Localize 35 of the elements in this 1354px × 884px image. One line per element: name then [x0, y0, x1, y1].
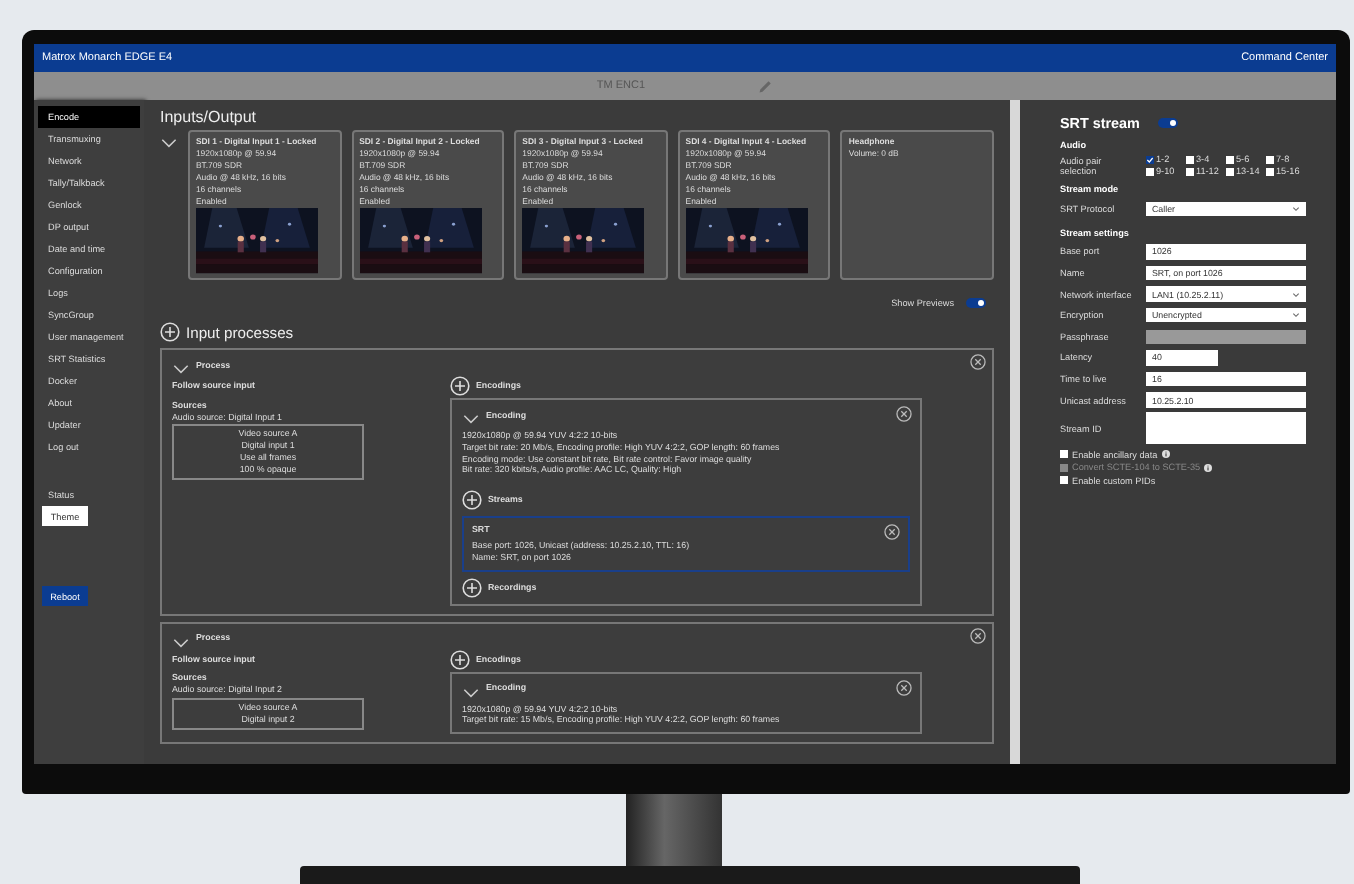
- close-icon[interactable]: [896, 406, 912, 422]
- close-icon[interactable]: [970, 354, 986, 370]
- scrollbar[interactable]: [1010, 100, 1020, 764]
- checkbox[interactable]: [1226, 155, 1234, 163]
- caret-icon[interactable]: [1292, 312, 1300, 319]
- chevron-down-icon[interactable]: [160, 138, 178, 148]
- checkbox[interactable]: [1266, 167, 1274, 175]
- add-icon[interactable]: [450, 376, 470, 396]
- close-icon[interactable]: [896, 679, 912, 696]
- close-icon[interactable]: [970, 627, 986, 644]
- add-icon[interactable]: [462, 490, 482, 511]
- info-icon[interactable]: [1161, 450, 1170, 459]
- monitor-stand: [626, 794, 722, 866]
- checkbox[interactable]: [1266, 155, 1274, 163]
- caret-icon[interactable]: [1292, 291, 1300, 298]
- checkbox[interactable]: [1060, 450, 1068, 459]
- section-title: Inputs/Output: [160, 108, 259, 126]
- close-icon[interactable]: [884, 524, 900, 541]
- checkbox[interactable]: [1060, 476, 1068, 485]
- checkbox[interactable]: [1226, 167, 1234, 175]
- checkbox[interactable]: [1146, 167, 1154, 175]
- checkbox[interactable]: [1186, 155, 1194, 163]
- checkbox[interactable]: [1186, 167, 1194, 175]
- text-area[interactable]: [1146, 412, 1306, 445]
- add-icon[interactable]: [160, 322, 180, 342]
- toggle-switch[interactable]: [1157, 118, 1178, 128]
- chevron-down-icon[interactable]: [462, 687, 480, 698]
- add-icon[interactable]: [462, 577, 482, 598]
- chevron-down-icon[interactable]: [462, 414, 480, 424]
- checkbox[interactable]: [1146, 155, 1154, 163]
- toggle-switch[interactable]: [966, 298, 986, 308]
- chevron-down-icon[interactable]: [172, 637, 190, 648]
- add-icon[interactable]: [450, 649, 470, 670]
- caret-icon[interactable]: [1292, 205, 1300, 212]
- chevron-down-icon[interactable]: [172, 364, 190, 374]
